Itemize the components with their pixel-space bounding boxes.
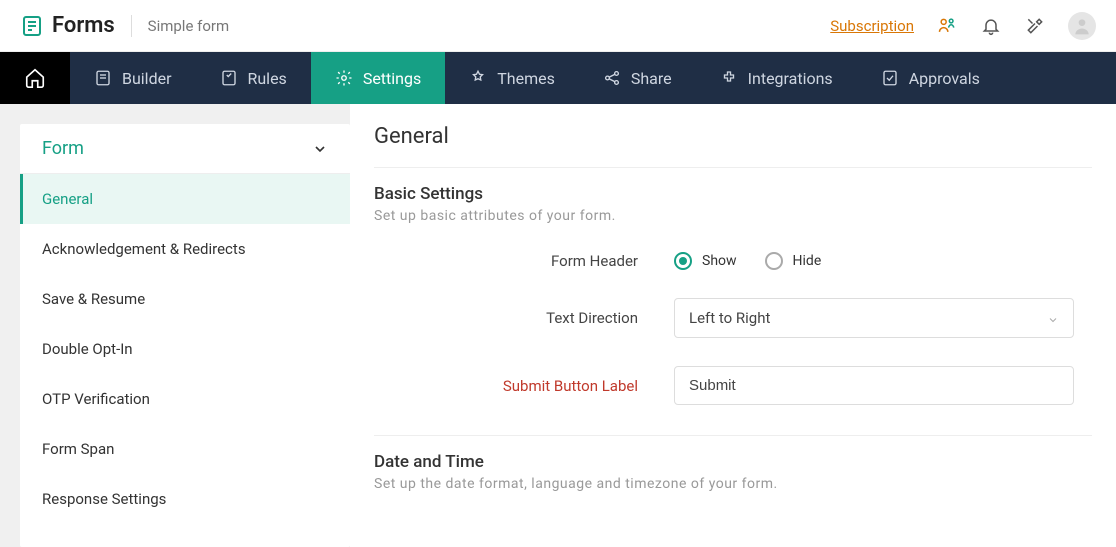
section-basic: Basic Settings Set up basic attributes o…	[374, 168, 1092, 436]
sidebar-list: General Acknowledgement & Redirects Save…	[20, 174, 350, 524]
nav-label: Themes	[497, 69, 555, 88]
sidebar-item-label: OTP Verification	[42, 390, 150, 408]
breadcrumb[interactable]: Simple form	[148, 17, 229, 35]
share-icon	[603, 69, 621, 87]
refer-icon[interactable]	[936, 15, 958, 37]
top-header: Forms Simple form Subscription	[0, 0, 1116, 52]
nav-share[interactable]: Share	[579, 52, 696, 104]
text-direction-control: Left to Right	[674, 298, 1074, 338]
settings-icon	[335, 69, 353, 87]
avatar[interactable]	[1068, 12, 1096, 40]
submit-button-control	[674, 366, 1074, 405]
nav-settings[interactable]: Settings	[311, 52, 445, 104]
nav-label: Share	[631, 69, 672, 88]
themes-icon	[469, 69, 487, 87]
nav-label: Approvals	[909, 69, 980, 88]
content: Form General Acknowledgement & Redirects…	[0, 104, 1116, 547]
logo[interactable]: Forms	[20, 13, 115, 38]
radio-show[interactable]: Show	[674, 252, 737, 270]
nav-home[interactable]	[0, 52, 70, 104]
divider	[131, 15, 132, 37]
submit-button-input[interactable]	[674, 366, 1074, 405]
row-submit-label: Submit Button Label	[374, 366, 1092, 405]
nav-label: Integrations	[748, 69, 833, 88]
main: General Basic Settings Set up basic attr…	[350, 104, 1116, 547]
chevron-down-icon	[312, 141, 328, 157]
sidebar-heading-text: Form	[42, 138, 84, 159]
sidebar-item-label: Double Opt-In	[42, 340, 133, 358]
nav-label: Settings	[363, 69, 421, 88]
integrations-icon	[720, 69, 738, 87]
row-text-direction: Text Direction Left to Right	[374, 298, 1092, 338]
sidebar-item-label: Acknowledgement & Redirects	[42, 240, 246, 258]
radio-hide-label: Hide	[793, 253, 822, 269]
sidebar-item-label: Form Span	[42, 440, 114, 458]
text-direction-select[interactable]: Left to Right	[674, 298, 1074, 338]
section-title: Basic Settings	[374, 184, 1092, 204]
section-title: Date and Time	[374, 452, 1092, 472]
navbar: Builder Rules Settings Themes Share Inte…	[0, 52, 1116, 104]
nav-builder[interactable]: Builder	[70, 52, 196, 104]
sidebar-heading[interactable]: Form	[20, 124, 350, 174]
form-header-label: Form Header	[374, 252, 674, 270]
bell-icon[interactable]	[980, 15, 1002, 37]
page-title: General	[374, 124, 1092, 168]
rules-icon	[220, 69, 238, 87]
sidebar-item-form-span[interactable]: Form Span	[20, 424, 350, 474]
sidebar-item-label: Response Settings	[42, 490, 166, 508]
text-direction-label: Text Direction	[374, 309, 674, 327]
section-subtitle: Set up the date format, language and tim…	[374, 476, 1092, 492]
row-form-header: Form Header Show Hide	[374, 252, 1092, 270]
nav-label: Rules	[248, 69, 287, 88]
builder-icon	[94, 69, 112, 87]
form-header-radio-group: Show Hide	[674, 252, 1074, 270]
radio-circle-icon	[765, 252, 783, 270]
chevron-down-icon	[1047, 312, 1059, 324]
forms-logo-icon	[20, 14, 44, 38]
header-left: Forms Simple form	[20, 13, 229, 38]
header-right: Subscription	[830, 12, 1096, 40]
sidebar-item-response-settings[interactable]: Response Settings	[20, 474, 350, 524]
submit-button-label: Submit Button Label	[374, 377, 674, 395]
sidebar-item-save-resume[interactable]: Save & Resume	[20, 274, 350, 324]
sidebar: Form General Acknowledgement & Redirects…	[0, 104, 350, 547]
sidebar-panel: Form General Acknowledgement & Redirects…	[20, 124, 350, 547]
approvals-icon	[881, 69, 899, 87]
nav-label: Builder	[122, 69, 172, 88]
sidebar-item-label: Save & Resume	[42, 290, 145, 308]
nav-integrations[interactable]: Integrations	[696, 52, 857, 104]
section-datetime: Date and Time Set up the date format, la…	[374, 436, 1092, 522]
tools-icon[interactable]	[1024, 15, 1046, 37]
radio-hide[interactable]: Hide	[765, 252, 822, 270]
radio-circle-checked-icon	[674, 252, 692, 270]
nav-approvals[interactable]: Approvals	[857, 52, 1004, 104]
text-direction-value: Left to Right	[689, 309, 770, 327]
sidebar-item-general[interactable]: General	[20, 174, 350, 224]
sidebar-item-ack-redirects[interactable]: Acknowledgement & Redirects	[20, 224, 350, 274]
sidebar-item-double-optin[interactable]: Double Opt-In	[20, 324, 350, 374]
logo-text: Forms	[52, 13, 115, 38]
subscription-link[interactable]: Subscription	[830, 17, 914, 35]
nav-rules[interactable]: Rules	[196, 52, 311, 104]
section-subtitle: Set up basic attributes of your form.	[374, 208, 1092, 224]
radio-show-label: Show	[702, 253, 737, 269]
sidebar-item-label: General	[42, 190, 93, 208]
nav-themes[interactable]: Themes	[445, 52, 579, 104]
sidebar-item-otp[interactable]: OTP Verification	[20, 374, 350, 424]
